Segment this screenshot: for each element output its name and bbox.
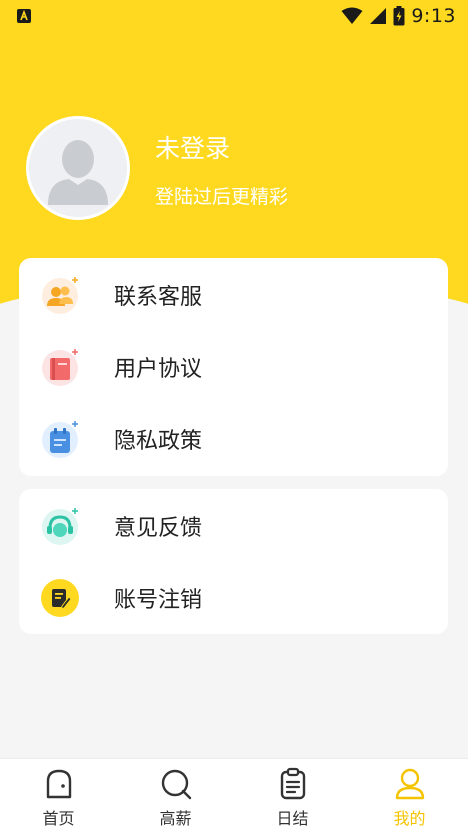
feedback-headset-icon xyxy=(42,508,78,545)
menu-card-secondary: 意见反馈 账号注销 xyxy=(19,489,448,634)
tab-label: 高薪 xyxy=(159,809,192,828)
menu-item-user-agreement[interactable]: 用户协议 xyxy=(19,331,448,403)
tab-label: 首页 xyxy=(42,809,75,828)
menu-item-account-cancel[interactable]: 账号注销 xyxy=(19,562,448,634)
tab-mine[interactable]: 我的 xyxy=(351,759,468,832)
tab-daily-pay[interactable]: 日结 xyxy=(234,759,351,832)
user-icon xyxy=(395,768,424,800)
menu-item-label: 账号注销 xyxy=(114,588,203,613)
bottom-tab-bar: 首页 高薪 日结 我的 xyxy=(0,758,468,832)
tab-home[interactable]: 首页 xyxy=(0,759,117,832)
menu-item-label: 联系客服 xyxy=(114,285,203,310)
profile-name[interactable]: 未登录 xyxy=(155,129,230,165)
default-avatar-icon xyxy=(29,119,127,217)
menu-item-contact-service[interactable]: 联系客服 xyxy=(19,259,448,331)
tab-label: 日结 xyxy=(276,809,309,828)
menu-item-label: 用户协议 xyxy=(114,357,203,382)
tab-high-salary[interactable]: 高薪 xyxy=(117,759,234,832)
a-app-icon xyxy=(17,9,31,23)
wifi-icon xyxy=(341,7,363,24)
tab-label: 我的 xyxy=(393,809,426,828)
status-time: 9:13 xyxy=(411,5,456,27)
menu-item-feedback[interactable]: 意见反馈 xyxy=(19,490,448,562)
customer-service-icon xyxy=(42,277,78,314)
account-cancel-icon xyxy=(41,579,79,617)
status-bar: 9:13 xyxy=(0,0,468,32)
menu-item-privacy-policy[interactable]: 隐私政策 xyxy=(19,403,448,475)
home-icon xyxy=(46,769,71,799)
signal-icon xyxy=(370,8,387,24)
avatar[interactable] xyxy=(26,116,130,220)
menu-item-label: 隐私政策 xyxy=(114,429,203,454)
menu-item-label: 意见反馈 xyxy=(114,516,203,541)
profile-subtitle: 登陆过后更精彩 xyxy=(155,186,289,208)
search-icon xyxy=(161,769,191,800)
privacy-clipboard-icon xyxy=(42,421,78,458)
battery-icon xyxy=(393,6,405,26)
clipboard-icon xyxy=(280,767,305,800)
agreement-book-icon xyxy=(42,349,78,386)
menu-card-primary: 联系客服 用户协议 隐私政策 xyxy=(19,258,448,476)
